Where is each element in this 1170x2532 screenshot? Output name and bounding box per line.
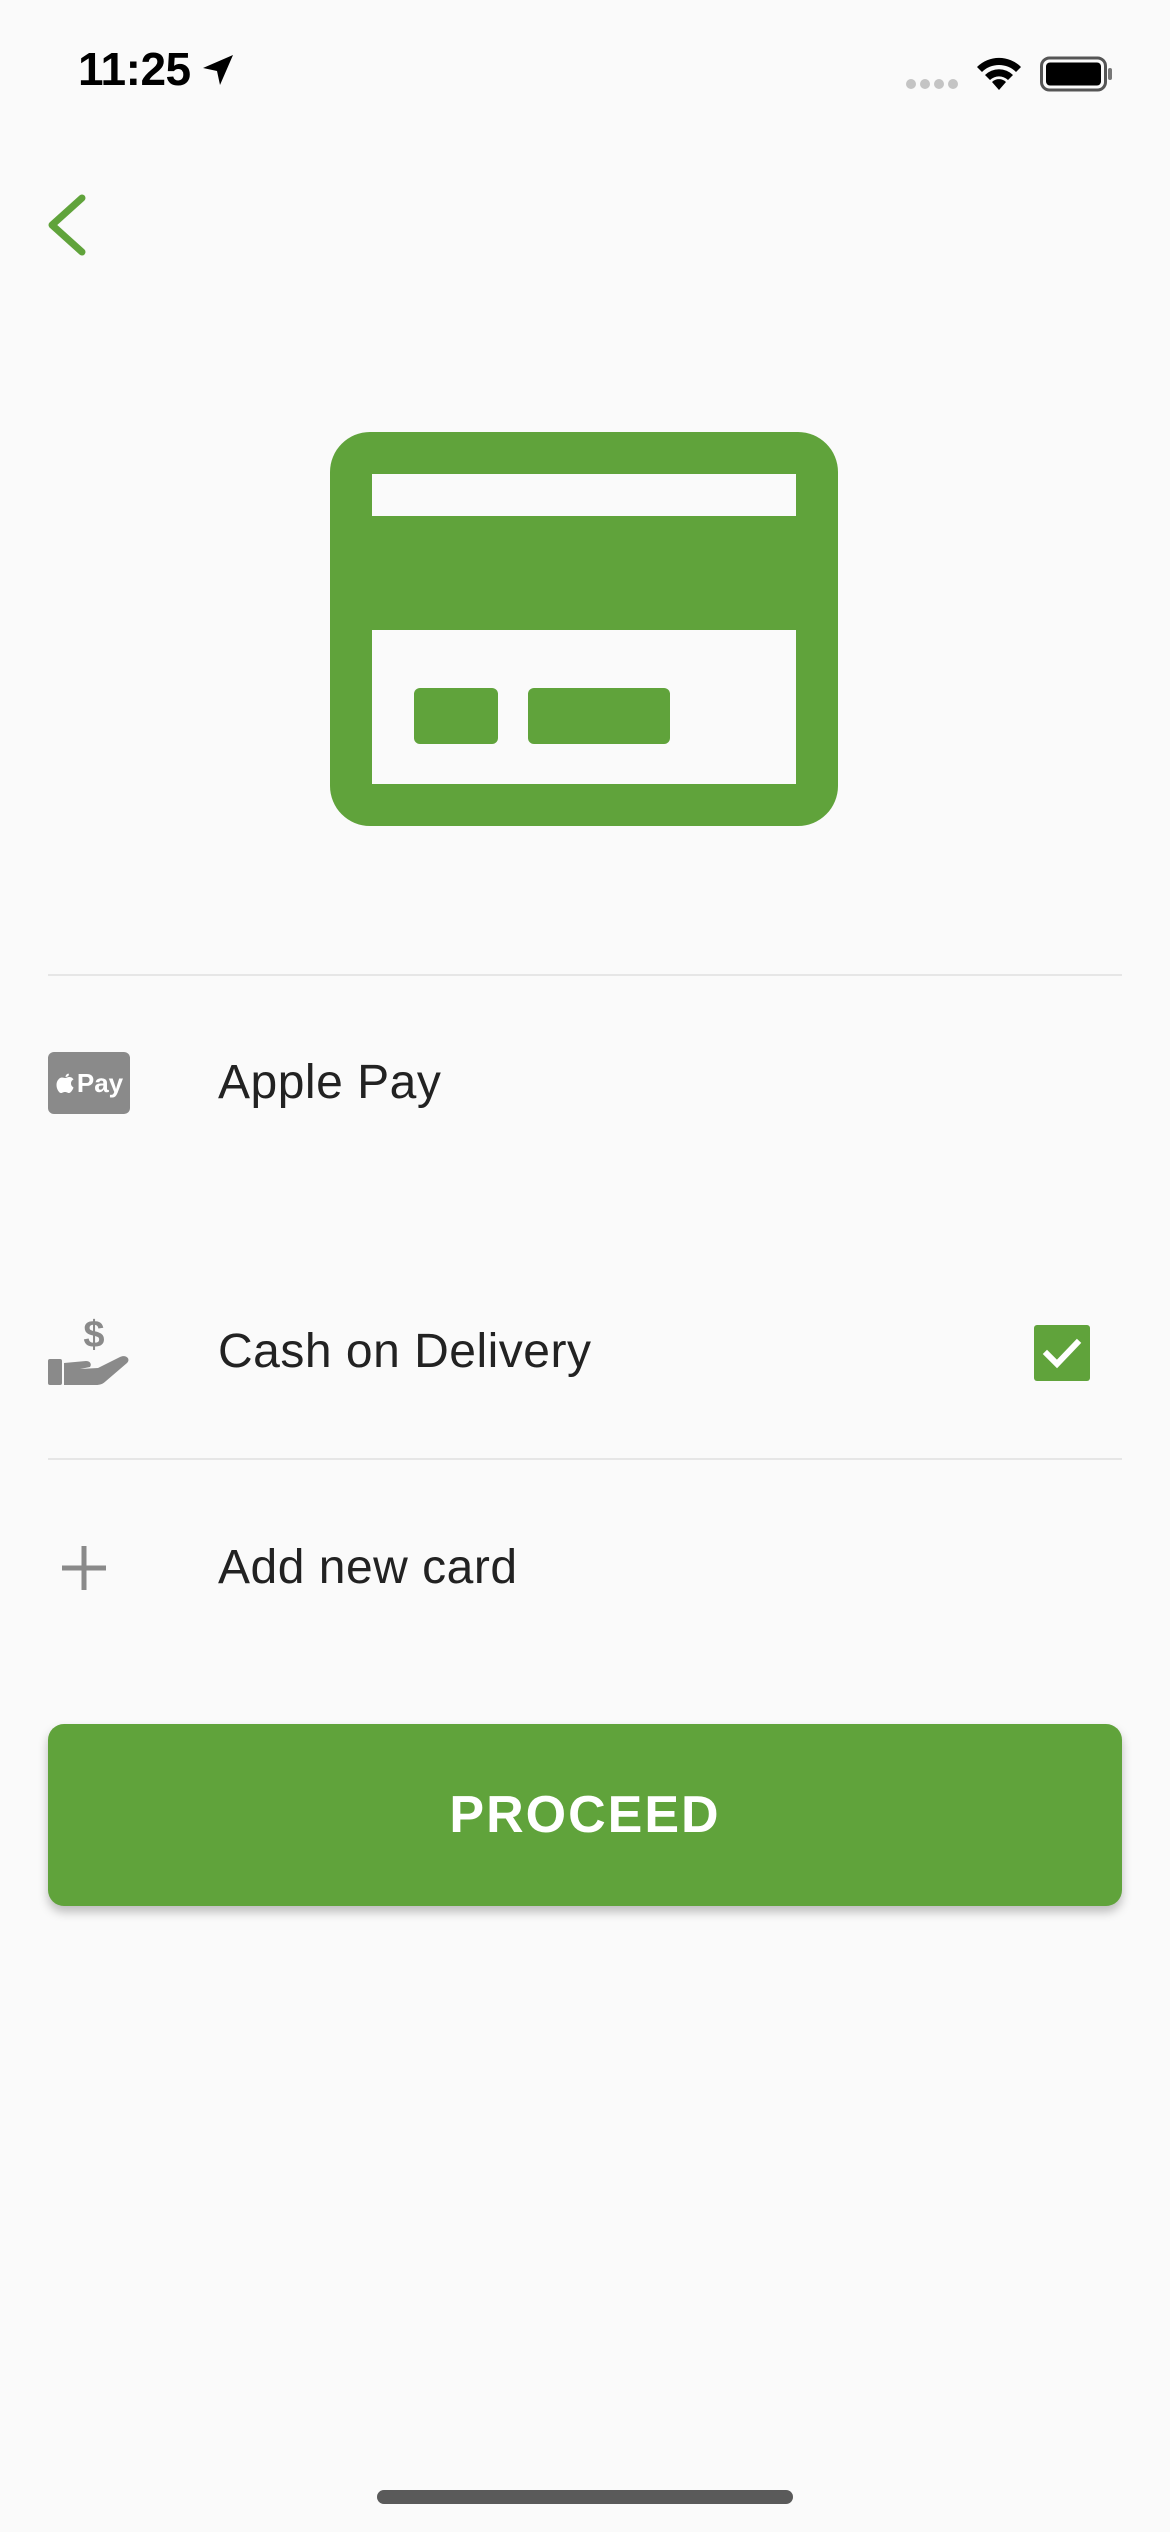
credit-card-icon <box>330 432 838 826</box>
wifi-icon <box>977 57 1021 90</box>
chevron-left-icon <box>48 194 86 256</box>
cash-hand-icon: $ <box>48 1315 129 1385</box>
back-button[interactable] <box>32 180 112 270</box>
cellular-signal-icon <box>906 79 958 89</box>
apple-pay-badge-text: Pay <box>76 1068 124 1098</box>
status-bar: 11:25 <box>0 0 1170 140</box>
apple-logo-icon <box>56 1073 74 1093</box>
add-new-card-row[interactable] <box>0 1494 1170 1644</box>
add-new-card-label: Add new card <box>218 1541 518 1594</box>
svg-text:$: $ <box>83 1315 104 1356</box>
location-arrow-icon <box>203 55 233 85</box>
plus-icon <box>62 1546 106 1590</box>
apple-pay-label: Apple Pay <box>218 1056 442 1109</box>
proceed-button[interactable]: PROCEED <box>48 1724 1122 1906</box>
battery-icon <box>1040 56 1112 92</box>
cash-on-delivery-checkbox[interactable] <box>1034 1325 1090 1381</box>
cash-on-delivery-label: Cash on Delivery <box>218 1325 592 1378</box>
checkmark-icon <box>1042 1338 1082 1369</box>
status-time: 11:25 <box>78 43 191 95</box>
divider-top <box>48 974 1122 976</box>
home-indicator <box>377 2490 793 2504</box>
divider-bottom <box>48 1458 1122 1460</box>
apple-pay-icon: Pay <box>48 1052 130 1114</box>
payment-option-apple-pay[interactable] <box>0 1010 1170 1160</box>
